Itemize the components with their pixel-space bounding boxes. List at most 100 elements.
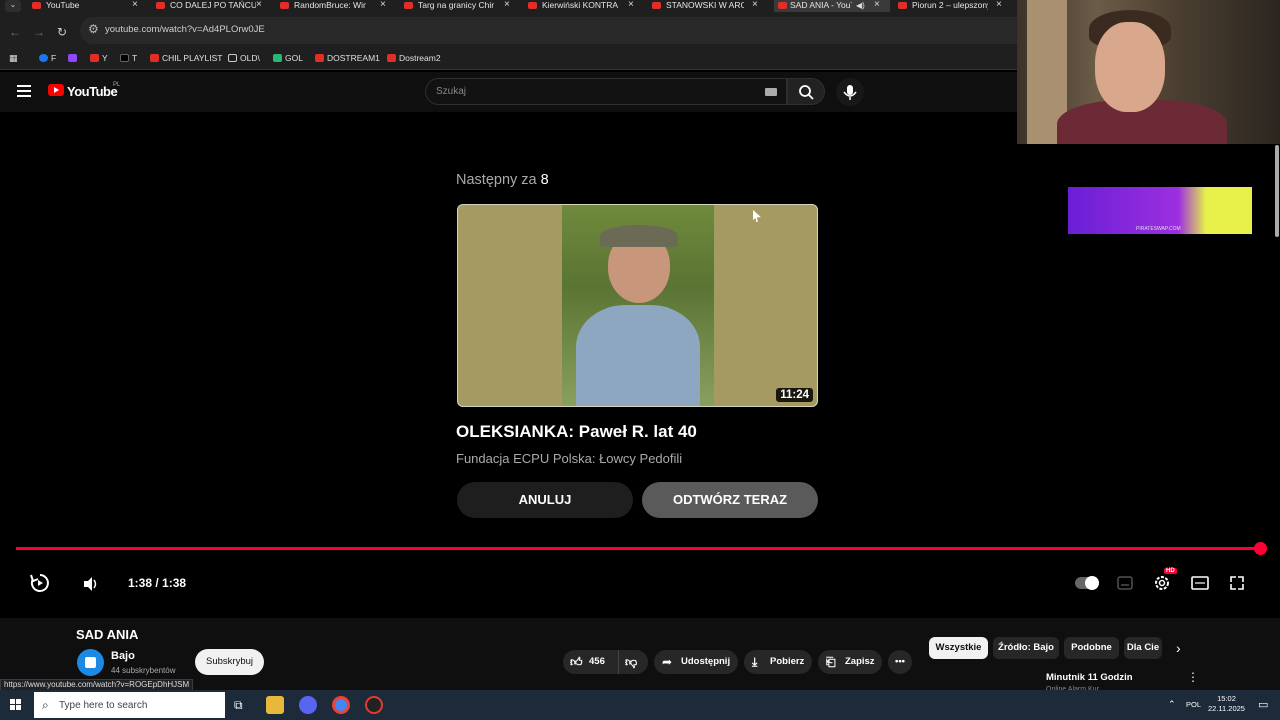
channel-avatar[interactable]	[77, 649, 104, 676]
apps-grid-icon[interactable]: ▦	[9, 53, 18, 64]
video-player[interactable]: Następny za 8 11:24 OLEKSIANKA: Paweł R.…	[0, 112, 1280, 618]
tab-stanowski[interactable]: STANOWSKI W ARG ×	[652, 0, 770, 12]
bookmark-label: Y	[102, 53, 108, 63]
youtube-logo-text[interactable]: YouTube	[67, 84, 118, 99]
ad-banner[interactable]: PIRATESWAP.COM	[1068, 187, 1252, 234]
youtube-favicon-icon	[528, 2, 537, 9]
tray-chevron-up-icon[interactable]: ⌃	[1168, 699, 1176, 710]
forward-icon[interactable]: →	[33, 25, 45, 39]
chrome-icon[interactable]	[332, 696, 350, 714]
file-explorer-icon[interactable]	[266, 696, 284, 714]
close-tab-icon[interactable]: ×	[628, 0, 634, 10]
discord-icon[interactable]	[299, 696, 317, 714]
menu-icon[interactable]	[17, 85, 31, 97]
windows-start-icon[interactable]	[10, 699, 22, 711]
bookmark-youtube[interactable]: Y	[90, 53, 108, 63]
chip-for-you[interactable]: Dla Cie	[1124, 637, 1162, 659]
clock-date: 22.11.2025	[1208, 704, 1245, 713]
taskbar-search[interactable]: ⌕ Type here to search	[34, 692, 225, 718]
reload-icon[interactable]: ↻	[57, 25, 67, 39]
youtube-logo-icon[interactable]	[48, 84, 64, 96]
bookmark-dostream2[interactable]: Dostream2	[387, 53, 441, 63]
tab-co-dalej[interactable]: CO DALEJ PO TAŃCU ×	[156, 0, 274, 12]
cancel-autoplay-button[interactable]: ANULUJ	[457, 482, 633, 518]
download-button[interactable]: ⤓ Pobierz	[744, 650, 812, 674]
site-info-icon[interactable]: ⚙	[88, 22, 99, 36]
keyboard-icon[interactable]	[765, 88, 777, 96]
scrubber-handle[interactable]	[1254, 542, 1267, 555]
close-tab-icon[interactable]: ×	[752, 0, 758, 10]
tab-label: YouTube	[46, 0, 80, 10]
time-display: 1:38 / 1:38	[128, 576, 187, 590]
language-indicator[interactable]: POL	[1186, 700, 1201, 709]
clock[interactable]: 15:02 22.11.2025	[1208, 694, 1245, 714]
save-button[interactable]: ⎗ Zapisz	[818, 650, 882, 674]
tab-label: Piorun 2 – ulepszony	[912, 0, 988, 10]
close-tab-icon[interactable]: ×	[504, 0, 510, 10]
bookmark-dostream1[interactable]: DOSTREAM1	[315, 53, 380, 63]
youtube-icon	[90, 54, 99, 62]
tab-label: Kierwiński KONTRA	[542, 0, 619, 10]
tab-label: RandomBruce: Wina	[294, 0, 366, 10]
theater-mode-icon[interactable]	[1191, 576, 1209, 590]
next-video-title[interactable]: OLEKSIANKA: Paweł R. lat 40	[456, 422, 697, 442]
channel-name[interactable]: Bajo	[111, 650, 135, 662]
close-tab-icon[interactable]: ×	[874, 0, 880, 10]
tab-piorun[interactable]: Piorun 2 – ulepszony ×	[898, 0, 1016, 12]
bookmark-label: F	[51, 53, 57, 63]
tab-search-button[interactable]: ⌄	[5, 0, 21, 12]
search-box	[425, 78, 787, 105]
subscribe-button[interactable]: Subskrybuj	[195, 649, 264, 675]
back-icon[interactable]: ←	[9, 25, 21, 39]
settings-gear-icon[interactable]	[1153, 574, 1171, 592]
dislike-button[interactable]: 👎︎	[618, 650, 648, 674]
bookmark-label: OLD\	[240, 53, 260, 63]
voice-search-button[interactable]	[836, 78, 864, 106]
share-button[interactable]: ➦ Udostępnij	[654, 650, 738, 674]
bookmark-x[interactable]: T	[120, 53, 137, 63]
progress-bar[interactable]	[16, 542, 1267, 555]
tab-randombruce[interactable]: RandomBruce: Wina ×	[280, 0, 398, 12]
autoplay-countdown: Następny za 8	[456, 172, 549, 188]
search-input[interactable]	[426, 79, 756, 104]
more-vertical-icon[interactable]: ⋮	[1187, 670, 1199, 684]
task-view-icon[interactable]: ⧉	[234, 698, 243, 713]
thumbs-up-icon: 👍︎	[570, 655, 583, 669]
bookmark-chil-playlist[interactable]: CHIL PLAYLIST	[150, 53, 222, 63]
bookmark-gol[interactable]: GOL	[273, 53, 303, 63]
autoplay-toggle[interactable]	[1075, 576, 1099, 590]
gol-icon	[273, 54, 282, 62]
bookmark-twitch[interactable]	[68, 53, 80, 63]
tab-targ[interactable]: Targ na granicy Chin ×	[404, 0, 522, 12]
close-tab-icon[interactable]: ×	[132, 0, 138, 10]
like-count: 456	[589, 656, 605, 667]
tab-youtube[interactable]: YouTube ×	[32, 0, 150, 12]
chip-related[interactable]: Podobne	[1064, 637, 1119, 659]
chevron-right-icon[interactable]: ›	[1176, 640, 1181, 656]
search-button[interactable]	[787, 78, 825, 105]
play-now-button[interactable]: ODTWÓRZ TERAZ	[642, 482, 818, 518]
tab-sad-ania[interactable]: SAD ANIA - YouT ◀) ×	[774, 0, 890, 12]
notifications-icon[interactable]: ▭	[1258, 698, 1268, 711]
chip-source[interactable]: Źródło: Bajo	[993, 637, 1059, 659]
scrollbar-thumb[interactable]	[1275, 145, 1279, 237]
close-tab-icon[interactable]: ×	[256, 0, 262, 10]
more-horizontal-icon: •••	[895, 656, 905, 667]
bookmark-folder-old[interactable]: OLD\	[228, 53, 260, 63]
next-video-thumbnail[interactable]: 11:24	[457, 204, 818, 407]
recommended-video-title[interactable]: Minutnik 11 Godzin	[1046, 672, 1133, 683]
bookmark-facebook[interactable]: F	[39, 53, 56, 63]
volume-icon[interactable]	[82, 576, 100, 592]
close-tab-icon[interactable]: ×	[380, 0, 386, 10]
subtitles-icon[interactable]	[1117, 576, 1133, 590]
app-icon[interactable]	[365, 696, 383, 714]
more-actions-button[interactable]: •••	[888, 650, 912, 674]
chip-all[interactable]: Wszystkie	[929, 637, 988, 659]
replay-icon[interactable]	[28, 571, 52, 595]
bookmark-label: Dostream2	[399, 53, 441, 63]
tab-kierwinski[interactable]: Kierwiński KONTRA ×	[528, 0, 646, 12]
audio-playing-icon[interactable]: ◀)	[856, 0, 865, 11]
fullscreen-icon[interactable]	[1229, 575, 1245, 591]
close-tab-icon[interactable]: ×	[996, 0, 1002, 10]
url-text[interactable]: youtube.com/watch?v=Ad4PLOrw0JE	[105, 24, 265, 35]
